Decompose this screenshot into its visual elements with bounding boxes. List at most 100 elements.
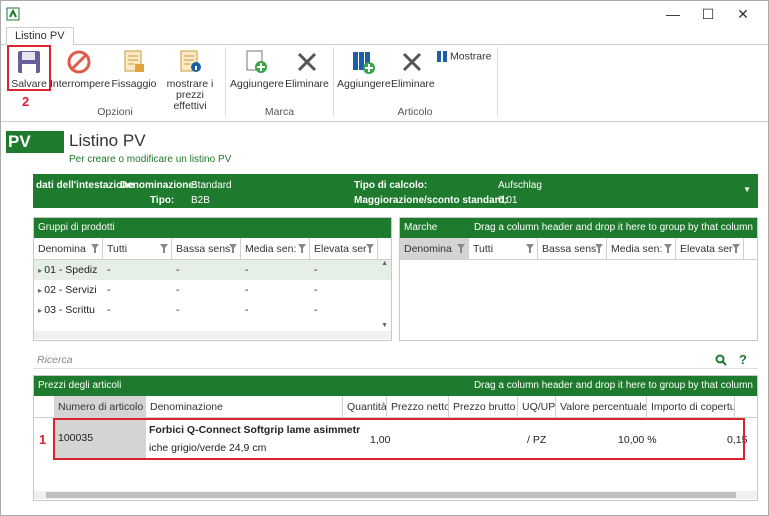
article-add-button[interactable]: Aggiungere [337, 49, 391, 90]
column-header-label: Valore percentuale [560, 401, 647, 413]
table-row[interactable]: ▸ 01 - Spediz - - - - [34, 260, 391, 280]
column-header[interactable]: Importo di copertu [647, 396, 735, 417]
horizontal-scrollbar[interactable] [34, 331, 391, 339]
title-bar: — ☐ ✕ [1, 1, 768, 27]
filter-icon[interactable] [366, 244, 374, 253]
product-groups-header: Denomina Tutti Bassa sens Media sen: Elevata… [34, 238, 391, 260]
show-label: Mostrare [450, 50, 492, 63]
horizontal-scrollbar[interactable] [34, 491, 757, 499]
column-header-label: Numero di articolo [58, 401, 144, 413]
column-header[interactable]: Denominazione [146, 396, 343, 417]
column-header-label: Quantità [347, 401, 387, 413]
article-delete-button[interactable]: Eliminare [391, 49, 435, 90]
ribbon-divider [497, 47, 498, 117]
delete-icon [297, 52, 317, 72]
filter-icon[interactable] [526, 244, 534, 253]
brand-add-button[interactable]: Aggiungere [230, 49, 284, 90]
show-button[interactable]: Mostrare [437, 51, 493, 62]
column-header[interactable]: Tutti [469, 238, 538, 259]
brand-delete-button[interactable]: Eliminare [285, 49, 329, 90]
column-header-label: Denomina [404, 243, 452, 255]
show-prices-button[interactable]: mostrare i prezzi effettivi [159, 49, 221, 112]
denominazione-label: Denominazione: [120, 180, 198, 191]
tab-listino-pv[interactable]: Listino PV [6, 27, 74, 45]
article-add-label: Aggiungere [337, 78, 391, 90]
column-header[interactable]: Prezzo netto [387, 396, 449, 417]
filter-icon[interactable] [160, 244, 168, 253]
scrollbar-thumb[interactable] [46, 492, 736, 498]
column-header-label: Tutti [473, 243, 494, 255]
header-details-bar[interactable]: dati dell'intestazione Denominazione: St… [33, 174, 758, 208]
price-info-icon [180, 50, 201, 72]
scroll-down-icon[interactable]: ▼ [381, 322, 388, 329]
add-document-icon [246, 50, 267, 73]
table-row[interactable]: ▸ 02 - Servizi - - - - [34, 280, 391, 300]
filter-icon[interactable] [457, 244, 465, 253]
prices-drag-hint: Drag a column header and drop it here to… [473, 380, 753, 391]
filter-icon[interactable] [664, 244, 672, 253]
column-header-label: Media sen: [611, 243, 663, 255]
column-header[interactable]: Tutti [103, 238, 172, 259]
column-header[interactable]: Numero di articolo [54, 396, 146, 417]
column-header[interactable]: Valore percentuale [556, 396, 647, 417]
expand-chevron-icon[interactable]: ▼ [743, 185, 751, 194]
column-header-label: Bassa sens [176, 243, 231, 255]
cell: - [314, 304, 318, 316]
tipo-label: Tipo: [150, 195, 175, 206]
minimize-button[interactable]: — [656, 1, 690, 27]
brands-panel: Marche Drag a column header and drop it h… [399, 217, 758, 341]
tipo-calcolo-value: Aufschlag [498, 180, 542, 191]
app-icon [6, 7, 20, 21]
column-header[interactable]: Elevata ser [676, 238, 744, 259]
cell: - [314, 264, 318, 276]
cell: - [245, 284, 249, 296]
cell: - [314, 284, 318, 296]
cell: - [176, 284, 180, 296]
column-header[interactable]: Elevata ser [310, 238, 378, 259]
help-icon[interactable]: ? [739, 352, 747, 367]
column-header[interactable]: Bassa sens [172, 238, 241, 259]
column-header[interactable]: Denomina [400, 238, 469, 259]
column-header[interactable]: Quantità [343, 396, 387, 417]
interrupt-button[interactable]: Interrompere [50, 49, 110, 90]
column-header[interactable]: UQ/UP [518, 396, 556, 417]
maximize-button[interactable]: ☐ [691, 1, 725, 27]
scroll-up-icon[interactable]: ▲ [381, 260, 388, 267]
filter-icon[interactable] [732, 244, 740, 253]
prices-header: Numero di articolo Denominazione Quantità P… [34, 396, 757, 418]
close-button[interactable]: ✕ [726, 1, 760, 27]
cell: - [107, 284, 111, 296]
column-header-label: Denomina [38, 243, 86, 255]
column-header[interactable]: Denomina [34, 238, 103, 259]
maggiorazione-label: Maggiorazione/sconto standard: [354, 195, 508, 206]
column-header-label: Denominazione [150, 401, 223, 413]
search-input[interactable]: Ricerca [33, 352, 758, 369]
delete-icon [402, 52, 422, 72]
table-row[interactable]: ▸ 03 - Scrittu - - - - [34, 300, 391, 320]
brands-title: Marche [404, 222, 438, 233]
column-header-label: Elevata ser [680, 243, 733, 255]
page-subtitle: Per creare o modificare un listino PV [69, 154, 232, 165]
filter-icon[interactable] [595, 244, 603, 253]
brands-drag-hint: Drag a column header and drop it here to… [473, 222, 753, 233]
fix-label: Fissaggio [111, 78, 157, 90]
cell: - [107, 304, 111, 316]
filter-icon[interactable] [229, 244, 237, 253]
fix-button[interactable]: Fissaggio [111, 49, 157, 90]
brand-delete-label: Eliminare [285, 78, 329, 90]
brand-add-label: Aggiungere [230, 78, 284, 90]
column-header[interactable]: Bassa sens [538, 238, 607, 259]
column-header-label: Prezzo brutto [453, 401, 516, 413]
search-icon[interactable] [715, 354, 727, 366]
column-header[interactable]: Media sen: [241, 238, 310, 259]
page-title: Listino PV [69, 131, 146, 150]
lock-document-icon [124, 50, 144, 72]
product-groups-title: Gruppi di prodotti [34, 218, 391, 238]
tipo-value: B2B [191, 195, 210, 206]
cell: - [176, 264, 180, 276]
column-header[interactable]: Prezzo brutto [449, 396, 518, 417]
article-group-label: Articolo [397, 106, 433, 118]
filter-icon[interactable] [91, 244, 99, 253]
column-header[interactable]: Media sen: [607, 238, 676, 259]
filter-icon[interactable] [298, 244, 306, 253]
